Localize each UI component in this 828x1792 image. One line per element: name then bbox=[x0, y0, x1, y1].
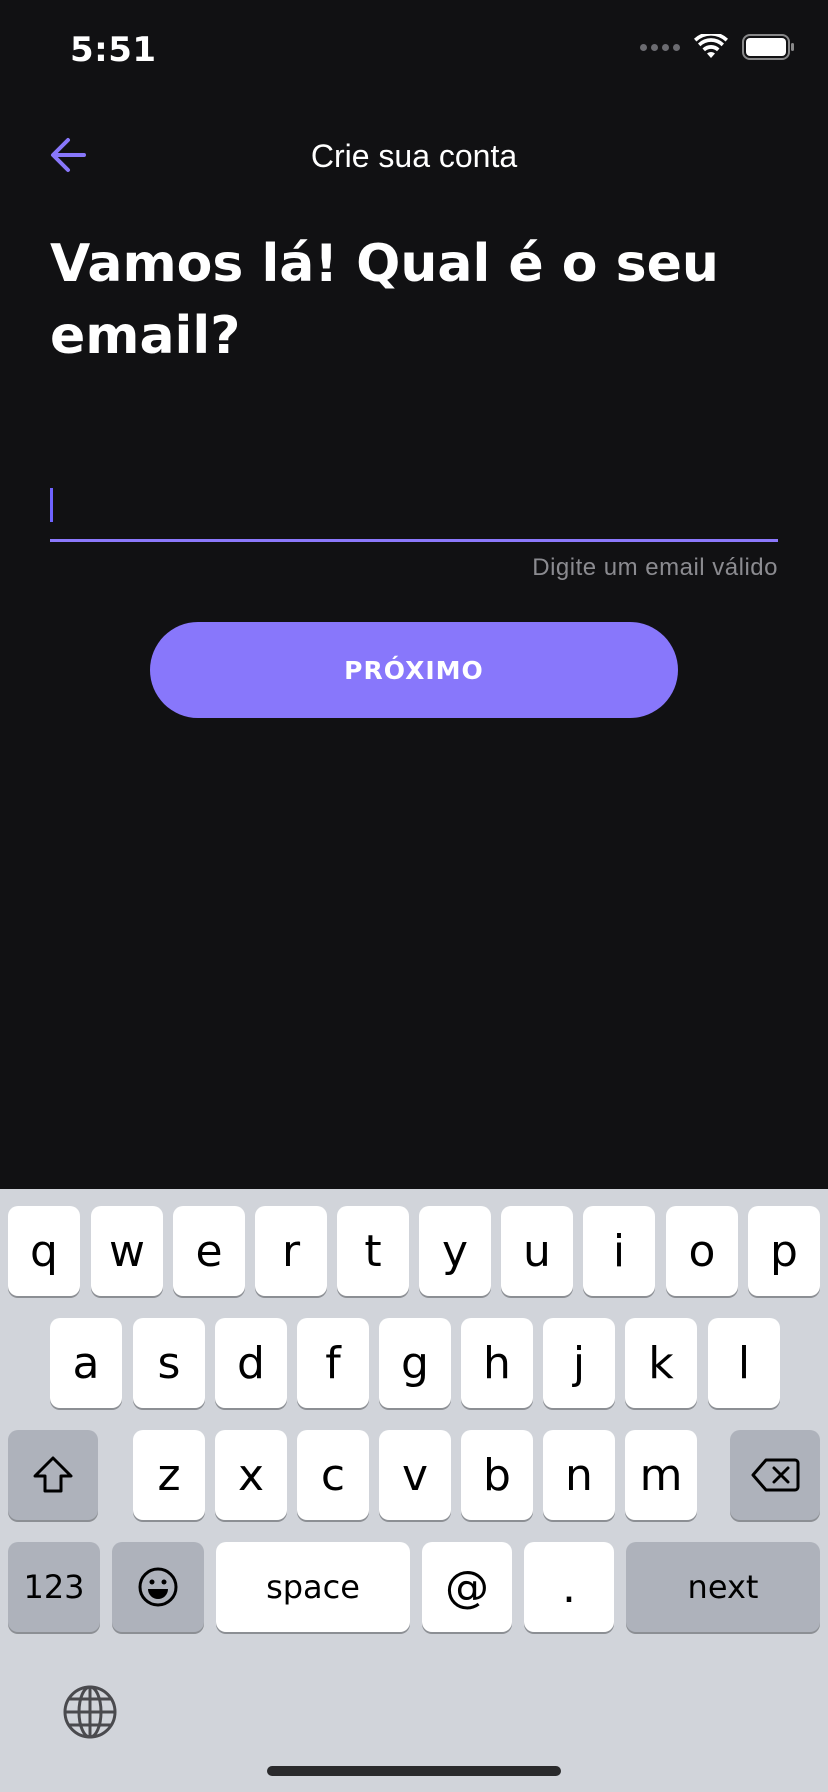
email-field-container bbox=[50, 472, 778, 544]
status-time: 5:51 bbox=[70, 30, 157, 70]
key-h[interactable]: h bbox=[461, 1318, 533, 1408]
key-j[interactable]: j bbox=[543, 1318, 615, 1408]
key-q[interactable]: q bbox=[8, 1206, 80, 1296]
key-x[interactable]: x bbox=[215, 1430, 287, 1520]
key-b[interactable]: b bbox=[461, 1430, 533, 1520]
at-key[interactable]: @ bbox=[422, 1542, 512, 1632]
globe-icon[interactable] bbox=[62, 1684, 118, 1740]
key-i[interactable]: i bbox=[583, 1206, 655, 1296]
shift-icon bbox=[33, 1456, 73, 1493]
headline: Vamos lá! Qual é o seu email? bbox=[50, 234, 719, 366]
cellular-signal-icon bbox=[640, 43, 680, 51]
dot-key[interactable]: . bbox=[524, 1542, 614, 1632]
key-w[interactable]: w bbox=[91, 1206, 163, 1296]
status-icons bbox=[640, 34, 796, 60]
key-n[interactable]: n bbox=[543, 1430, 615, 1520]
next-key[interactable]: next bbox=[626, 1542, 820, 1632]
email-field[interactable] bbox=[50, 472, 778, 542]
emoji-key[interactable] bbox=[112, 1542, 204, 1632]
backspace-icon bbox=[751, 1458, 800, 1492]
key-v[interactable]: v bbox=[379, 1430, 451, 1520]
status-bar: 5:51 bbox=[0, 0, 828, 100]
battery-icon bbox=[742, 34, 794, 60]
key-r[interactable]: r bbox=[255, 1206, 327, 1296]
wifi-icon bbox=[694, 34, 728, 58]
key-a[interactable]: a bbox=[50, 1318, 122, 1408]
text-caret bbox=[50, 488, 53, 522]
key-t[interactable]: t bbox=[337, 1206, 409, 1296]
space-key[interactable]: space bbox=[216, 1542, 410, 1632]
page-title: Crie sua conta bbox=[310, 138, 518, 174]
next-button[interactable]: PRÓXIMO bbox=[150, 622, 678, 718]
backspace-key[interactable] bbox=[730, 1430, 820, 1520]
key-o[interactable]: o bbox=[666, 1206, 738, 1296]
key-l[interactable]: l bbox=[708, 1318, 780, 1408]
key-z[interactable]: z bbox=[133, 1430, 205, 1520]
key-f[interactable]: f bbox=[297, 1318, 369, 1408]
key-e[interactable]: e bbox=[173, 1206, 245, 1296]
email-helper-text: Digite um email válido bbox=[532, 554, 778, 581]
shift-key[interactable] bbox=[8, 1430, 98, 1520]
key-d[interactable]: d bbox=[215, 1318, 287, 1408]
key-u[interactable]: u bbox=[501, 1206, 573, 1296]
key-s[interactable]: s bbox=[133, 1318, 205, 1408]
emoji-icon bbox=[138, 1567, 178, 1607]
key-k[interactable]: k bbox=[625, 1318, 697, 1408]
key-c[interactable]: c bbox=[297, 1430, 369, 1520]
key-y[interactable]: y bbox=[419, 1206, 491, 1296]
key-m[interactable]: m bbox=[625, 1430, 697, 1520]
key-g[interactable]: g bbox=[379, 1318, 451, 1408]
nav-bar: Crie sua conta bbox=[0, 120, 828, 190]
home-indicator bbox=[267, 1766, 561, 1776]
numbers-key[interactable]: 123 bbox=[8, 1542, 100, 1632]
key-p[interactable]: p bbox=[748, 1206, 820, 1296]
